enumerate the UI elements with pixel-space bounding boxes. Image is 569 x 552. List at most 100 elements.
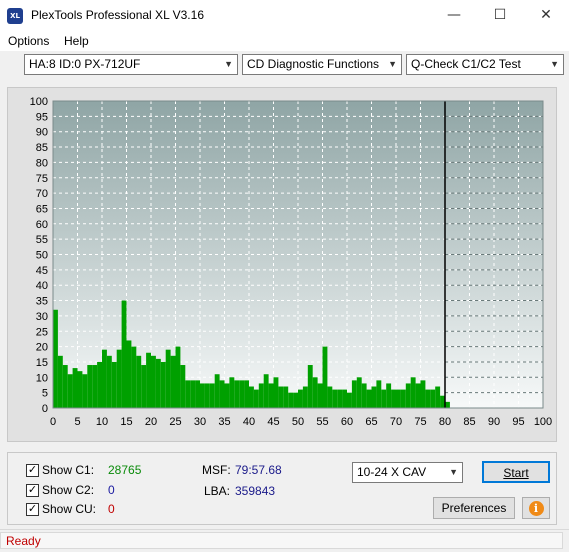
function-select-value: CD Diagnostic Functions (247, 57, 380, 71)
start-button[interactable]: Start (482, 461, 550, 483)
app-icon: XL (7, 8, 23, 24)
c1-bar (234, 380, 240, 408)
c1-bar (371, 386, 377, 408)
c1-bar (180, 365, 186, 408)
c1-bar (435, 386, 441, 408)
info-button[interactable]: i (522, 497, 550, 519)
y-tick-label: 55 (36, 234, 48, 246)
c1-bar (141, 365, 147, 408)
c1-bar (425, 389, 431, 408)
c1-bar (160, 361, 166, 408)
c1-c2-chart: 0510152025303540455055606570758085909510… (30, 96, 553, 428)
c1-bar (195, 380, 200, 408)
c1-bar (106, 355, 112, 408)
show-cu-label: Show CU: (42, 502, 97, 516)
c1-bar (200, 383, 205, 408)
drive-select-value: HA:8 ID:0 PX-712UF (29, 57, 141, 71)
c1-bar (204, 383, 210, 408)
cu-count: 0 (108, 502, 115, 516)
c1-bar (67, 374, 73, 408)
y-tick-label: 80 (36, 157, 48, 169)
show-c2-checkbox[interactable]: ✓ (26, 484, 39, 497)
maximize-button[interactable]: ☐ (477, 0, 523, 31)
y-tick-label: 95 (36, 111, 48, 123)
menu-help[interactable]: Help (64, 34, 89, 48)
minimize-button[interactable]: — (431, 0, 477, 31)
x-tick-label: 40 (243, 416, 255, 428)
x-tick-label: 65 (365, 416, 377, 428)
x-tick-label: 45 (267, 416, 279, 428)
test-select-value: Q-Check C1/C2 Test (411, 57, 521, 71)
close-button[interactable]: ✕ (523, 0, 569, 31)
test-select[interactable]: Q-Check C1/C2 Test ▼ (406, 54, 564, 75)
y-tick-label: 50 (36, 250, 48, 262)
c1-bar (263, 374, 269, 408)
show-cu-checkbox[interactable]: ✓ (26, 503, 39, 516)
c1-bar (170, 355, 176, 408)
chart-panel: 0 5 10 15 20 25 30 35 40 45 50 55 60 65 70 75 80 85 90 95 10… (7, 87, 557, 442)
function-select[interactable]: CD Diagnostic Functions ▼ (242, 54, 402, 75)
speed-select[interactable]: 10-24 X CAV ▼ (352, 462, 463, 483)
y-tick-label: 70 (36, 188, 48, 200)
menu-options[interactable]: Options (8, 34, 49, 48)
c1-bar (249, 386, 254, 408)
c1-bar (327, 386, 333, 408)
c1-bar (136, 355, 142, 408)
x-tick-label: 30 (194, 416, 206, 428)
c1-bar (244, 380, 249, 408)
c1-bar (400, 389, 406, 408)
c1-bar (405, 383, 411, 408)
x-tick-label: 70 (390, 416, 402, 428)
c1-bar (126, 340, 132, 408)
c1-bar (283, 386, 289, 408)
c1-bar (278, 386, 284, 408)
c1-bar (386, 383, 392, 408)
c1-bar (366, 389, 372, 408)
info-icon: i (528, 501, 544, 516)
chevron-down-icon: ▼ (449, 467, 458, 477)
c1-bar (302, 386, 308, 408)
y-tick-label: 30 (36, 311, 48, 323)
y-tick-label: 85 (36, 142, 48, 154)
title-bar: XL PlexTools Professional XL V3.16 — ☐ ✕ (0, 0, 569, 31)
y-tick-label: 40 (36, 280, 48, 292)
x-tick-label: 55 (316, 416, 328, 428)
x-tick-label: 50 (292, 416, 304, 428)
x-tick-label: 15 (120, 416, 132, 428)
chevron-down-icon: ▼ (224, 59, 233, 69)
c1-bar (312, 377, 318, 408)
window-title: PlexTools Professional XL V3.16 (31, 8, 204, 22)
c1-bar (185, 380, 191, 408)
y-tick-label: 45 (36, 265, 48, 277)
drive-select[interactable]: HA:8 ID:0 PX-712UF ▼ (24, 54, 238, 75)
show-c1-checkbox[interactable]: ✓ (26, 464, 39, 477)
c1-bar (92, 365, 98, 408)
c1-bar (342, 389, 347, 408)
c1-bar (77, 371, 83, 408)
c1-bar (151, 355, 156, 408)
lba-label: LBA: (204, 484, 231, 498)
chevron-down-icon: ▼ (550, 59, 559, 69)
x-tick-label: 85 (463, 416, 475, 428)
c1-bar (332, 389, 338, 408)
c1-bar (376, 380, 382, 408)
c1-bar (121, 300, 127, 408)
preferences-button[interactable]: Preferences (433, 497, 515, 519)
c1-bar (146, 352, 151, 408)
y-tick-label: 35 (36, 296, 48, 308)
c1-bar (351, 380, 357, 408)
lba-value: 359843 (235, 484, 276, 498)
c1-bar (415, 383, 421, 408)
c1-bar (209, 383, 215, 408)
c1-bar (214, 374, 220, 408)
c1-bar (253, 389, 259, 408)
c1-bar (116, 349, 122, 408)
y-tick-label: 25 (36, 326, 48, 338)
c1-bar (224, 383, 230, 408)
c1-bar (87, 365, 93, 408)
x-tick-label: 35 (218, 416, 230, 428)
stats-panel: ✓ Show C1: 28765 ✓ Show C2: 0 ✓ Show CU:… (7, 452, 557, 525)
c1-bar (391, 389, 396, 408)
y-tick-label: 75 (36, 173, 48, 185)
c1-bar (347, 392, 352, 408)
